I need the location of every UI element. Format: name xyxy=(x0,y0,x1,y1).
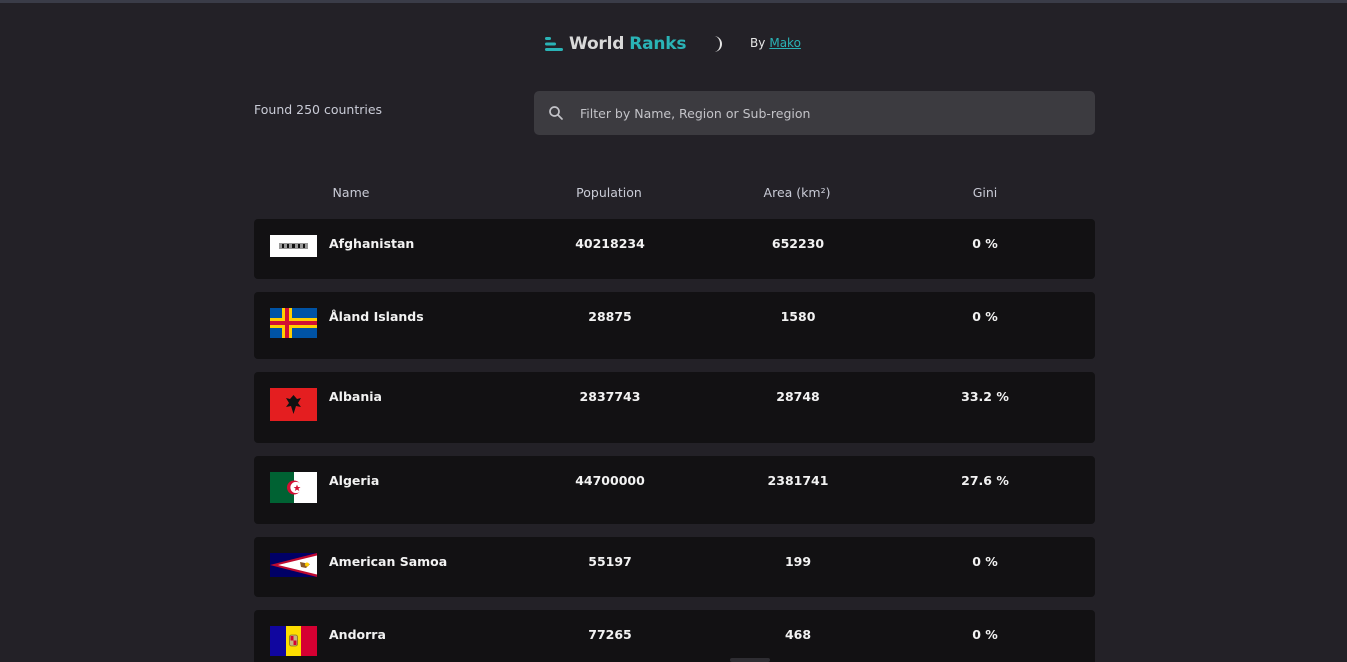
area-value: 468 xyxy=(784,627,812,642)
table-row[interactable]: Albania 2837743 28748 33.2 % xyxy=(254,372,1095,443)
algeria-flag xyxy=(270,472,317,503)
brand-word-world: World xyxy=(569,34,625,54)
table-row[interactable]: American Samoa 55197 199 0 % xyxy=(254,537,1095,597)
gini-value: 0 % xyxy=(972,309,998,324)
population-value: 77265 xyxy=(588,627,632,642)
american-samoa-flag xyxy=(270,553,317,577)
country-name: Albania xyxy=(329,389,382,404)
table-row[interactable]: Andorra 77265 468 0 % xyxy=(254,610,1095,662)
country-name: Åland Islands xyxy=(329,309,424,324)
country-name: Algeria xyxy=(329,473,380,488)
gini-value: 0 % xyxy=(972,627,998,642)
afghanistan-flag xyxy=(270,235,317,257)
table-row[interactable]: Algeria 44700000 2381741 27.6 % xyxy=(254,456,1095,524)
country-name: American Samoa xyxy=(329,554,448,569)
area-value: 2381741 xyxy=(767,473,829,488)
scroll-indicator xyxy=(730,658,770,662)
population-value: 40218234 xyxy=(575,236,645,251)
search-bar[interactable] xyxy=(534,91,1095,135)
author-link[interactable]: Mako xyxy=(769,36,801,50)
country-name: Afghanistan xyxy=(329,236,415,251)
theme-toggle-button[interactable] xyxy=(711,35,727,53)
column-header-population[interactable]: Population xyxy=(576,185,642,200)
column-header-name[interactable]: Name xyxy=(333,185,370,200)
area-value: 1580 xyxy=(780,309,816,324)
aland-islands-flag xyxy=(270,308,317,338)
country-name: Andorra xyxy=(329,627,386,642)
column-header-gini[interactable]: Gini xyxy=(973,185,998,200)
population-value: 28875 xyxy=(588,309,632,324)
search-input[interactable] xyxy=(578,104,1062,122)
gini-value: 33.2 % xyxy=(961,389,1009,404)
population-value: 2837743 xyxy=(579,389,641,404)
gini-value: 0 % xyxy=(972,236,998,251)
table-header: Name Population Area (km²) Gini xyxy=(254,183,1095,203)
gini-value: 27.6 % xyxy=(961,473,1009,488)
area-value: 28748 xyxy=(776,389,820,404)
table-row[interactable]: Åland Islands 28875 1580 0 % xyxy=(254,292,1095,359)
search-icon xyxy=(549,106,563,120)
brand-word-ranks: Ranks xyxy=(629,34,687,54)
population-value: 55197 xyxy=(588,554,632,569)
app-header: World Ranks By Mako xyxy=(0,28,1347,60)
results-count: Found 250 countries xyxy=(254,102,383,117)
area-value: 652230 xyxy=(771,236,825,251)
moon-icon xyxy=(714,36,722,52)
population-value: 44700000 xyxy=(575,473,645,488)
albania-flag xyxy=(270,388,317,421)
andorra-flag xyxy=(270,626,317,656)
by-label: By xyxy=(750,36,766,50)
brand-logo[interactable]: World Ranks xyxy=(545,32,687,56)
column-header-area[interactable]: Area (km²) xyxy=(764,185,831,200)
ranks-bars-icon xyxy=(545,37,563,51)
table-row[interactable]: Afghanistan 40218234 652230 0 % xyxy=(254,219,1095,279)
top-border xyxy=(0,0,1347,3)
author-credit: By Mako xyxy=(750,36,801,50)
area-value: 199 xyxy=(784,554,812,569)
gini-value: 0 % xyxy=(972,554,998,569)
